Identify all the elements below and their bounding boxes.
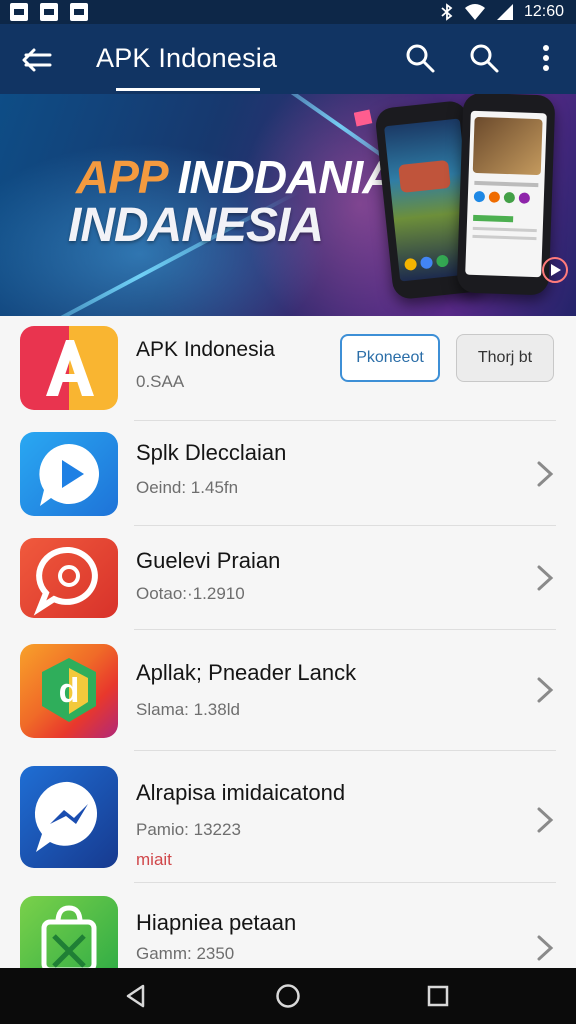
banner-subheadline: INDANESIA	[68, 199, 324, 252]
play-icon	[542, 257, 568, 283]
app-subtitle: Slama: 1.38ld	[136, 700, 240, 719]
svg-text:d: d	[59, 672, 80, 710]
divider	[134, 420, 556, 421]
chevron-right-icon[interactable]	[536, 806, 554, 834]
more-vert-icon[interactable]	[530, 42, 562, 74]
search-icon[interactable]	[468, 42, 500, 74]
page-title: APK Indonesia	[96, 43, 278, 73]
promo-banner[interactable]: APP INDDANIA INDANESIA	[0, 94, 576, 316]
recents-square-icon[interactable]	[424, 982, 452, 1010]
list-item[interactable]: Guelevi Praian Ootao:·1.2910	[0, 526, 576, 628]
bluetooth-icon	[441, 3, 453, 21]
app-bar: APK Indonesia	[0, 24, 576, 94]
list-item[interactable]: d Apllak; Pneader Lanck Slama: 1.38ld	[0, 630, 576, 750]
list-item[interactable]: Hiapniea petaan Gamm: 2350	[0, 884, 576, 968]
status-right: 12:60	[440, 2, 564, 22]
chevron-right-icon[interactable]	[536, 676, 554, 704]
chevron-right-icon[interactable]	[536, 564, 554, 592]
list-item[interactable]: Alrapisa imidaicatond Pamio: 13223 miait	[0, 752, 576, 882]
home-circle-icon[interactable]	[274, 982, 302, 1010]
chat-bubble-icon	[20, 538, 118, 618]
divider	[134, 882, 556, 883]
store-icon	[70, 3, 88, 21]
back-triangle-icon[interactable]	[122, 982, 150, 1010]
app-subtitle: Ootao:·1.2910	[136, 584, 245, 603]
image-icon	[40, 3, 58, 21]
list-item[interactable]: Splk Dlecclaian Oeind: 1.45fn	[0, 422, 576, 524]
app-title: Apllak; Pneader Lanck	[136, 660, 357, 685]
app-subtitle: Gamm: 2350	[136, 944, 235, 963]
app-subtitle: Pamio: 13223	[136, 820, 241, 839]
notification-icons	[10, 3, 88, 21]
wifi-icon	[464, 4, 485, 20]
app-subtitle: 0.SAA	[136, 372, 185, 391]
title-underline	[116, 88, 260, 91]
shopping-bag-icon	[20, 896, 118, 968]
play-bubble-icon	[20, 432, 118, 516]
signal-icon	[496, 4, 513, 20]
chevron-right-icon[interactable]	[536, 934, 554, 962]
banner-headline: APP INDDANIA	[76, 151, 396, 203]
app-title: APK Indonesia	[136, 338, 275, 361]
secondary-action-button[interactable]: Thorj bt	[456, 334, 554, 382]
divider	[134, 750, 556, 751]
app-title: Hiapniea petaan	[136, 910, 297, 935]
app-title: Alrapisa imidaicatond	[136, 780, 346, 805]
primary-action-button[interactable]: Pkoneeot	[340, 334, 440, 382]
app-subtitle: Oeind: 1.45fn	[136, 478, 239, 497]
messenger-icon	[20, 766, 118, 868]
system-nav-bar	[0, 968, 576, 1024]
app-title: Guelevi Praian	[136, 548, 281, 573]
app-list: APK Indonesia 0.SAA Pkoneeot Thorj bt Sp…	[0, 316, 576, 968]
letter-d-icon: d	[20, 644, 118, 738]
chevron-right-icon[interactable]	[536, 460, 554, 488]
search-icon[interactable]	[404, 42, 436, 74]
status-bar: 12:60	[0, 0, 576, 24]
gallery-icon	[354, 109, 373, 127]
app-tag: miait	[136, 850, 172, 869]
back-icon[interactable]	[18, 42, 54, 78]
image-icon	[10, 3, 28, 21]
letter-a-icon	[20, 326, 118, 410]
clock: 12:60	[523, 3, 564, 20]
list-item[interactable]: APK Indonesia 0.SAA Pkoneeot Thorj bt	[0, 316, 576, 420]
app-title: Splk Dlecclaian	[136, 440, 287, 465]
